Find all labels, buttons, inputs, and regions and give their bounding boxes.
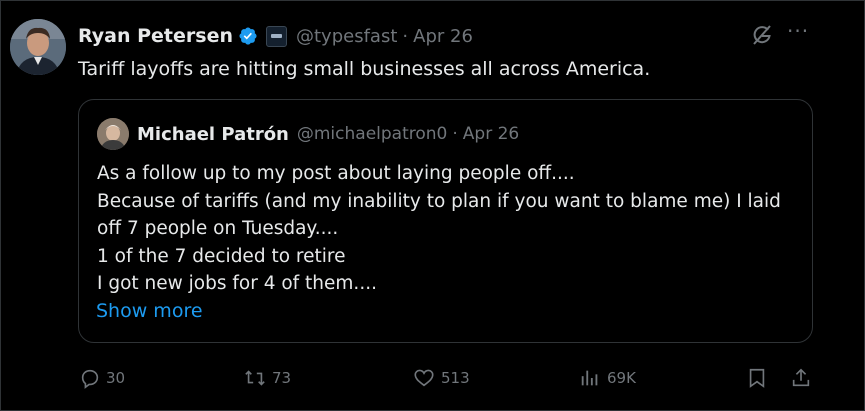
quoted-text-line: 1 of the 7 decided to retire (97, 245, 346, 267)
quoted-author-avatar[interactable] (97, 118, 129, 150)
quoted-tweet[interactable]: Michael Patrón @michaelpatron0 · Apr 26 … (78, 99, 813, 343)
tweet-header: Ryan Petersen @typesfast · Apr 26 (78, 20, 473, 52)
share-icon (790, 366, 812, 390)
affiliation-badge-icon[interactable] (266, 25, 287, 47)
more-icon[interactable]: ··· (787, 19, 809, 43)
share-button[interactable] (790, 362, 812, 394)
like-count: 513 (441, 369, 470, 387)
separator: · (402, 25, 409, 47)
repost-count: 73 (272, 369, 292, 387)
quoted-text-line: Because of tariffs (and my inability to … (97, 190, 781, 212)
reply-icon (79, 367, 101, 389)
like-button[interactable]: 513 (412, 362, 470, 394)
quoted-tweet-date[interactable]: Apr 26 (463, 124, 519, 144)
author-handle[interactable]: @typesfast (296, 26, 397, 47)
views-icon (578, 367, 602, 389)
repost-icon (243, 367, 267, 389)
quoted-text-line: off 7 people on Tuesday.... (97, 218, 339, 239)
quoted-author-handle[interactable]: @michaelpatron0 (297, 124, 448, 144)
reply-count: 30 (106, 369, 126, 387)
bookmark-icon (746, 366, 768, 390)
repost-button[interactable]: 73 (243, 362, 291, 394)
quoted-text-line: I got new jobs for 4 of them.... (97, 273, 377, 294)
show-more-link[interactable]: Show more (96, 300, 203, 322)
quoted-author-name[interactable]: Michael Patrón (137, 124, 289, 145)
views-button[interactable]: 69K (578, 362, 636, 394)
grok-icon[interactable] (750, 23, 774, 51)
reply-button[interactable]: 30 (79, 362, 125, 394)
author-avatar[interactable] (10, 19, 66, 75)
view-count: 69K (607, 369, 636, 387)
quoted-tweet-header: Michael Patrón @michaelpatron0 · Apr 26 (137, 118, 519, 150)
tweet-date[interactable]: Apr 26 (413, 26, 473, 47)
separator: · (452, 124, 458, 144)
verified-badge-icon[interactable] (238, 26, 258, 46)
quoted-tweet-text: As a follow up to my post about laying p… (97, 160, 781, 298)
tweet-text: Tariff layoffs are hitting small busines… (78, 58, 651, 80)
like-icon (412, 367, 436, 389)
bookmark-button[interactable] (746, 362, 768, 394)
author-name[interactable]: Ryan Petersen (78, 25, 233, 47)
action-bar: 30 73 513 69K (0, 362, 865, 394)
quoted-text-line: As a follow up to my post about laying p… (97, 163, 575, 184)
